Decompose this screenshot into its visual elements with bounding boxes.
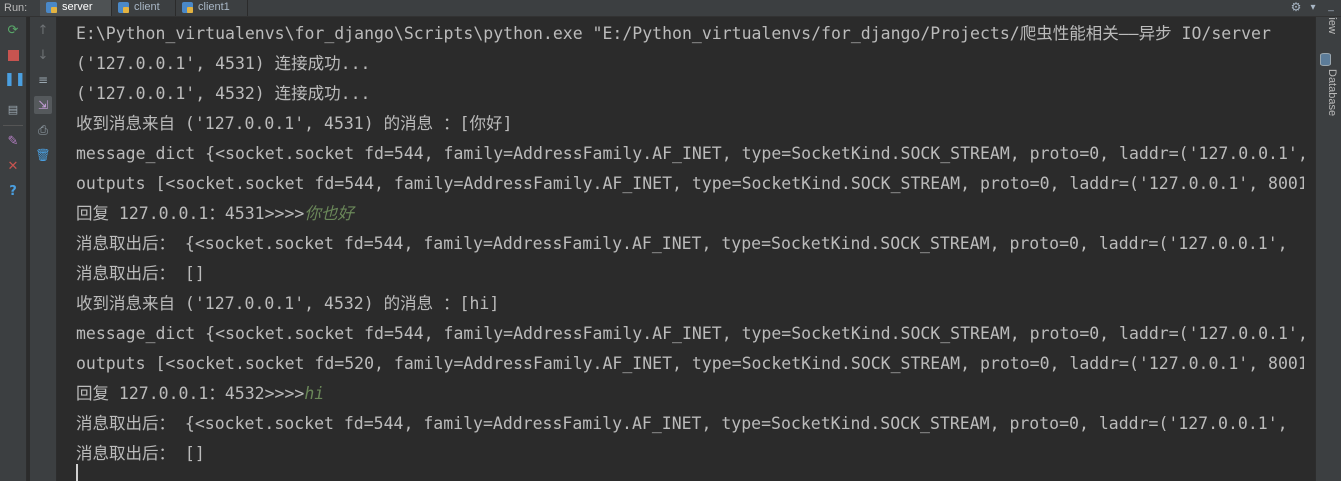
reply-prefix: 回复 127.0.0.1：4532>>>> xyxy=(76,384,305,403)
scroll-to-end-icon[interactable]: ⇲ xyxy=(34,96,52,114)
help-icon[interactable]: ? xyxy=(4,183,22,201)
console-line: message_dict {<socket.socket fd=544, fam… xyxy=(76,324,1308,343)
python-file-icon xyxy=(46,2,57,13)
console-actions-toolbar: ↑ ↓ ≡ ⇲ ⎙ 🗑 xyxy=(30,17,57,481)
database-tab[interactable]: Database xyxy=(1320,53,1338,116)
console-line: message_dict {<socket.socket fd=544, fam… xyxy=(76,144,1308,163)
python-file-icon xyxy=(182,2,193,13)
console-line: outputs [<socket.socket fd=544, family=A… xyxy=(76,174,1315,193)
run-toolbar: Run: server client client1 ⚙ ▾ _ xyxy=(0,0,1341,17)
stop-icon[interactable] xyxy=(4,47,22,65)
console-line: outputs [<socket.socket fd=520, family=A… xyxy=(76,354,1315,373)
console-reply-line: 回复 127.0.0.1：4532>>>>hi xyxy=(76,383,324,405)
dump-threads-icon[interactable]: ▤ xyxy=(4,101,22,119)
right-tool-strip: SciView Database xyxy=(1315,17,1341,481)
console-reply-line: 回复 127.0.0.1：4531>>>>你也好 xyxy=(76,203,354,225)
console-line: 消息取出后： [] xyxy=(76,444,205,463)
tab-label: client1 xyxy=(198,1,230,13)
database-label: Database xyxy=(1326,69,1338,117)
console-output[interactable]: E:\Python_virtualenvs\for_django\Scripts… xyxy=(60,17,1315,481)
console-line: ('127.0.0.1', 4531) 连接成功... xyxy=(76,54,371,73)
close-icon[interactable]: ✕ xyxy=(4,158,22,176)
tab-label: server xyxy=(62,1,93,13)
gear-icon[interactable]: ⚙ xyxy=(1289,0,1303,15)
tab-server[interactable]: server xyxy=(40,0,112,16)
reply-text: hi xyxy=(304,384,325,403)
tab-label: client xyxy=(134,1,160,13)
chevron-down-icon[interactable]: ▾ xyxy=(1307,0,1319,15)
console-line: 收到消息来自 ('127.0.0.1', 4531) 的消息 ：[你好] xyxy=(76,114,513,133)
run-actions-toolbar: ⟳ ❚❚ ▤ ✎ ✕ ? xyxy=(0,17,27,481)
clear-icon[interactable]: 🗑 xyxy=(34,146,52,164)
tab-client1[interactable]: client1 xyxy=(176,0,248,16)
vertical-scrollbar[interactable] xyxy=(1304,17,1315,481)
console-line: 消息取出后： [] xyxy=(76,264,205,283)
python-file-icon xyxy=(118,2,129,13)
print-icon[interactable]: ⎙ xyxy=(34,121,52,139)
pause-icon[interactable]: ❚❚ xyxy=(4,71,26,89)
text-caret xyxy=(76,464,78,481)
reply-prefix: 回复 127.0.0.1：4531>>>> xyxy=(76,204,305,223)
console-line: 消息取出后： {<socket.socket fd=544, family=Ad… xyxy=(76,234,1288,253)
tab-client[interactable]: client xyxy=(112,0,176,16)
console-line: E:\Python_virtualenvs\for_django\Scripts… xyxy=(76,24,1271,43)
rerun-icon[interactable]: ⟳ xyxy=(4,22,22,40)
sciview-label: SciView xyxy=(1326,17,1338,57)
scroll-up-icon[interactable]: ↑ xyxy=(34,22,52,40)
sciview-tab[interactable]: SciView xyxy=(1320,17,1338,57)
pin-icon[interactable]: ✎ xyxy=(4,133,22,151)
reply-text: 你也好 xyxy=(304,204,354,223)
console-line: ('127.0.0.1', 4532) 连接成功... xyxy=(76,84,371,103)
console-line: 消息取出后： {<socket.socket fd=544, family=Ad… xyxy=(76,414,1288,433)
scroll-down-icon[interactable]: ↓ xyxy=(34,47,52,65)
soft-wrap-icon[interactable]: ≡ xyxy=(34,71,52,89)
console-line: 收到消息来自 ('127.0.0.1', 4532) 的消息 ：[hi] xyxy=(76,294,500,313)
run-label: Run: xyxy=(4,2,28,14)
minimize-icon[interactable]: _ xyxy=(1325,0,1337,15)
